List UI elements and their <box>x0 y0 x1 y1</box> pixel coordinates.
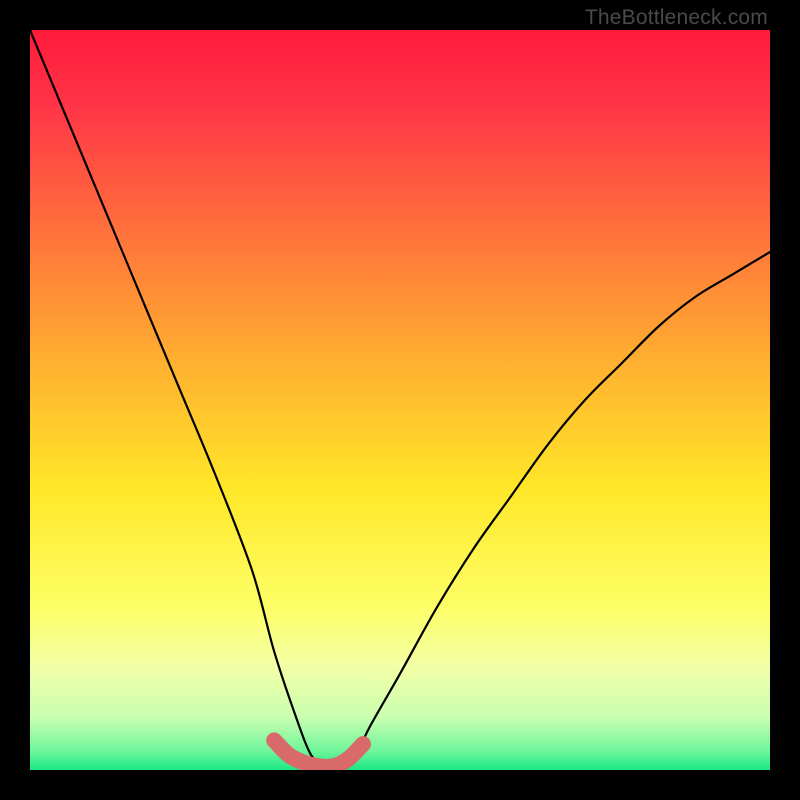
optimal-highlight <box>274 740 363 767</box>
attribution-text: TheBottleneck.com <box>585 6 768 30</box>
bottleneck-curve <box>30 30 770 770</box>
plot-area <box>30 30 770 770</box>
curve-layer <box>30 30 770 770</box>
chart-frame: TheBottleneck.com <box>0 0 800 800</box>
